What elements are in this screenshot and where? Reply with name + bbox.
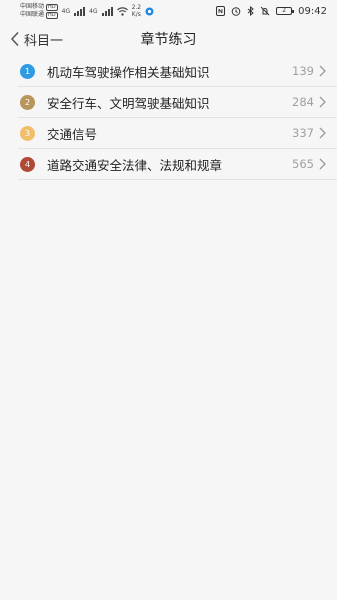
chapter-number-badge: 2 <box>20 94 35 110</box>
chapter-row[interactable]: 1 机动车驾驶操作相关基础知识 139 <box>18 56 337 87</box>
chapter-question-count: 565 <box>292 157 314 171</box>
chapter-row[interactable]: 4 道路交通安全法律、法规和规章 565 <box>18 149 337 180</box>
chapter-number-badge: 1 <box>20 63 35 79</box>
app-notification-icon <box>145 7 154 15</box>
bluetooth-icon <box>247 6 254 16</box>
chevron-right-icon <box>319 96 326 108</box>
back-label: 科目一 <box>24 33 64 49</box>
hd-badge-1: HD <box>46 3 58 11</box>
signal-1-icon <box>74 6 86 16</box>
wifi-icon <box>116 6 128 16</box>
battery-icon: 2 <box>276 7 295 15</box>
carrier-info: 中国移动 HD 中国联通 HD <box>20 3 58 19</box>
network-1-type: 4G <box>61 7 71 15</box>
network-speed: 2.2 K/s <box>132 4 142 18</box>
chapter-title: 安全行车、文明驾驶基础知识 <box>47 95 210 111</box>
carrier-row-2: 中国联通 HD <box>20 11 58 19</box>
clock: 09:42 <box>298 5 327 17</box>
signal-2-icon <box>101 6 113 16</box>
chapter-row[interactable]: 3 交通信号 337 <box>18 118 337 149</box>
chapter-title: 机动车驾驶操作相关基础知识 <box>47 64 210 80</box>
chapter-question-count: 337 <box>292 126 314 140</box>
carrier-row-1: 中国移动 HD <box>20 3 58 11</box>
chevron-left-icon <box>10 31 19 47</box>
carrier-2-name: 中国联通 <box>20 11 45 18</box>
mute-icon <box>260 6 270 16</box>
carrier-1-name: 中国移动 <box>20 3 45 10</box>
chevron-right-icon <box>319 158 326 170</box>
status-bar-left: 中国移动 HD 中国联通 HD 4G 4G 2.2 K/s <box>20 3 154 19</box>
status-bar-right: 2 09:42 <box>216 6 327 17</box>
chapter-number-badge: 3 <box>20 125 35 141</box>
chapter-list: 1 机动车驾驶操作相关基础知识 139 2 安全行车、文明驾驶基础知识 284 … <box>18 56 337 180</box>
chapter-title: 道路交通安全法律、法规和规章 <box>47 157 223 173</box>
nfc-icon <box>216 6 226 16</box>
chapter-row[interactable]: 2 安全行车、文明驾驶基础知识 284 <box>18 87 337 118</box>
chapter-question-count: 284 <box>292 95 314 109</box>
header: 科目一 章节练习 <box>0 24 337 54</box>
chapter-number-badge: 4 <box>20 156 35 172</box>
speed-unit: K/s <box>131 11 141 18</box>
speed-value: 2.2 <box>131 4 142 11</box>
hd-badge-2: HD <box>46 11 58 19</box>
status-bar: 中国移动 HD 中国联通 HD 4G 4G 2.2 K/s 2 09:42 <box>0 0 337 22</box>
chevron-right-icon <box>319 127 326 139</box>
chevron-right-icon <box>319 65 326 77</box>
chapter-title: 交通信号 <box>47 126 98 142</box>
network-2-type: 4G <box>89 7 98 15</box>
back-button[interactable]: 科目一 <box>0 24 63 54</box>
alarm-icon <box>231 7 241 16</box>
chapter-question-count: 139 <box>292 64 314 78</box>
